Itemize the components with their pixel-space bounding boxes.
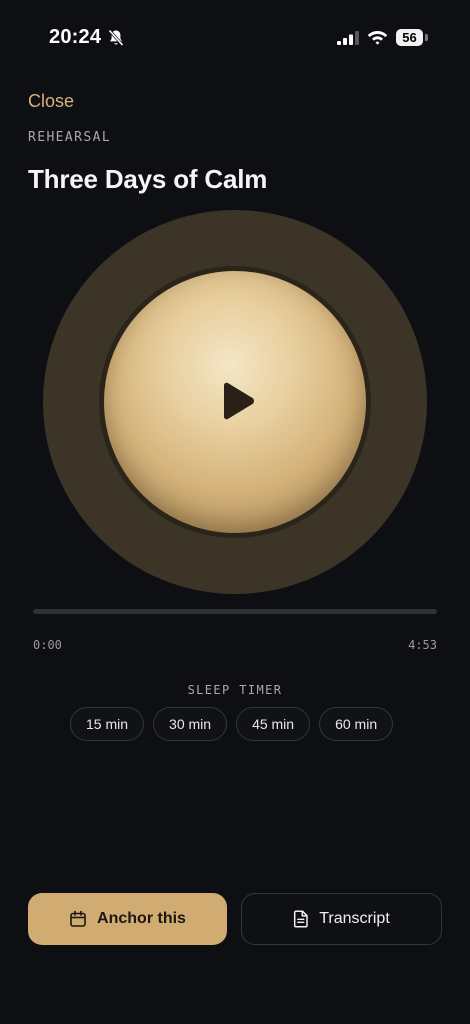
- elapsed-time: 0:00: [33, 638, 62, 652]
- bell-slash-icon: [108, 29, 124, 47]
- status-time: 20:24: [49, 26, 102, 48]
- play-icon[interactable]: [218, 382, 256, 420]
- wifi-icon: [367, 31, 388, 45]
- progress-bar[interactable]: [33, 609, 437, 614]
- transcript-button-label: Transcript: [319, 910, 390, 927]
- category-label: REHEARSAL: [28, 130, 112, 145]
- transcript-button[interactable]: Transcript: [241, 893, 442, 945]
- sleep-timer-45-button[interactable]: 45 min: [236, 707, 311, 741]
- sleep-timer-options: 15 min 30 min 45 min 60 min: [70, 707, 394, 741]
- close-button[interactable]: Close: [28, 91, 74, 112]
- sleep-timer-30-button[interactable]: 30 min: [153, 707, 228, 741]
- document-icon: [294, 910, 308, 928]
- battery-icon: 56: [396, 29, 423, 46]
- total-time: 4:53: [408, 638, 437, 652]
- battery-nub: [425, 34, 428, 41]
- sleep-timer-15-button[interactable]: 15 min: [70, 707, 145, 741]
- anchor-button[interactable]: Anchor this: [28, 893, 227, 945]
- cellular-signal-icon: [337, 31, 359, 45]
- page-title: Three Days of Calm: [28, 164, 268, 194]
- sleep-timer-60-button[interactable]: 60 min: [319, 707, 394, 741]
- anchor-button-label: Anchor this: [97, 910, 186, 927]
- sleep-timer-label: SLEEP TIMER: [187, 683, 283, 697]
- calendar-icon: [70, 910, 86, 927]
